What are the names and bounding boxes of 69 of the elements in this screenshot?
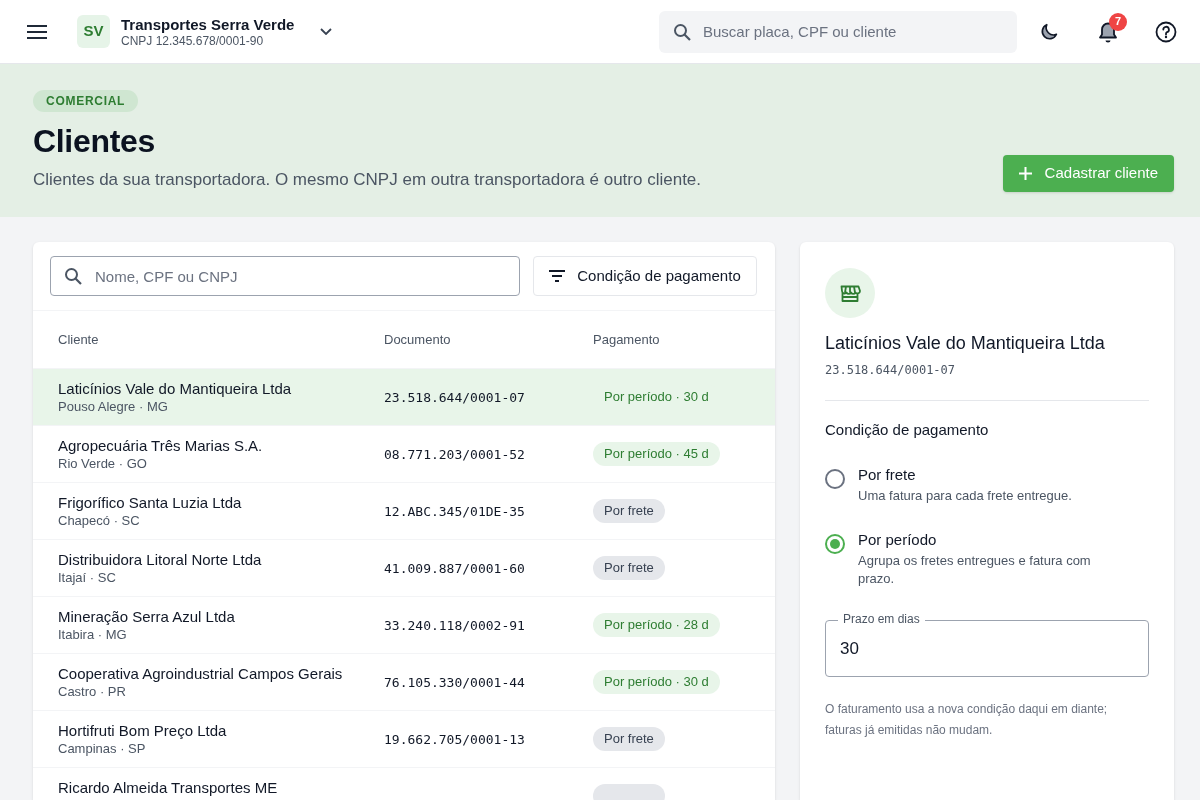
client-location: Castro · PR: [58, 684, 127, 700]
store-icon: [825, 268, 875, 318]
client-name: Hortifruti Bom Preço Ltda: [58, 721, 228, 741]
notifications-button[interactable]: 7: [1088, 11, 1128, 52]
radio-button[interactable]: [825, 534, 845, 554]
column-header: Documento: [384, 330, 451, 349]
section-title: Condição de pagamento: [825, 420, 990, 440]
page-subtitle: Clientes da sua transportadora. O mesmo CNPJ em outra transportadora é outro cliente.: [33, 169, 702, 191]
company-name: Transportes Serra Verde: [121, 14, 295, 34]
help-note: O faturamento usa a nova condição daqui em diante; faturas já emitidas não mudam.: [825, 701, 1109, 739]
table-row[interactable]: Frigorífico Santa Luzia Ltda Chapecó · SC 12.ABC.345/01DE-35 Por frete: [33, 482, 775, 539]
table-row[interactable]: Distribuidora Litoral Norte Ltda Itajaí · SC 41.009.887/0001-60 Por frete: [33, 539, 775, 596]
client-name: Distribuidora Litoral Norte Ltda: [58, 550, 263, 570]
client-name: Agropecuária Três Marias S.A.: [58, 436, 264, 456]
client-location: Pouso Alegre · MG: [58, 399, 169, 415]
document-text: 41.009.887/0001-60: [384, 561, 525, 576]
table-row[interactable]: Hortifruti Bom Preço Ltda Campinas · SP 19.662.705/0001-13 Por frete: [33, 710, 775, 767]
client-location: Itajaí · SC: [58, 570, 117, 586]
search-icon: [673, 22, 691, 41]
payment-badge: Por frete: [593, 499, 665, 523]
search-icon: [64, 267, 82, 285]
payment-badge: Por período · 28 d: [593, 613, 720, 637]
menu-icon: [27, 24, 47, 39]
filter-icon: [549, 270, 566, 282]
plus-icon: [1018, 167, 1032, 180]
payment-badge: Por frete: [593, 556, 665, 580]
table-row[interactable]: Agropecuária Três Marias S.A. Rio Verde · GO 08.771.203/0001-52 Por período · 45 d: [33, 425, 775, 482]
notification-count: 7: [1109, 12, 1127, 31]
client-location: Itabira · MG: [58, 627, 128, 643]
search-field[interactable]: Buscar placa, CPF ou cliente: [659, 10, 1017, 53]
company-switcher[interactable]: SV Transportes Serra Verde CNPJ 12.345.678/0001-90: [77, 14, 333, 49]
option-description: Agrupa os fretes entregues e fatura com prazo.: [858, 552, 1092, 588]
document-text: 19.662.705/0001-13: [384, 732, 525, 747]
filter-button[interactable]: Condição de pagamento: [533, 256, 757, 296]
client-location: Chapecó · SC: [58, 513, 141, 529]
client-location: Rio Verde · GO: [58, 456, 148, 472]
option-description: Uma fatura para cada frete entregue.: [858, 487, 1072, 505]
payment-badge: Por período · 30 d: [593, 670, 720, 694]
client-search-field[interactable]: Nome, CPF ou CNPJ: [50, 256, 520, 296]
column-header: Cliente: [58, 330, 99, 349]
section-badge: COMERCIAL: [33, 90, 139, 112]
table-row[interactable]: Cooperativa Agroindustrial Campos Gerais Castro · PR 76.105.330/0001-44 Por período · 30 d: [33, 653, 775, 710]
document-text: 76.105.330/0001-44: [384, 675, 525, 690]
payment-badge: Por frete: [593, 727, 665, 751]
option-label: Por período: [858, 530, 938, 550]
page-title: Clientes: [33, 122, 155, 161]
document-text: 12.ABC.345/01DE-35: [384, 504, 525, 519]
client-name: Laticínios Vale do Mantiqueira Ltda: [58, 379, 293, 399]
document-text: 33.240.118/0002-91: [384, 618, 525, 633]
document-text: 08.771.203/0001-52: [384, 447, 525, 462]
client-name: Mineração Serra Azul Ltda: [58, 607, 236, 627]
company-document: CNPJ 12.345.678/0001-90: [121, 33, 265, 49]
client-name: Cooperativa Agroindustrial Campos Gerais: [58, 664, 344, 684]
client-name: Ricardo Almeida Transportes ME: [58, 778, 279, 798]
table-row[interactable]: Laticínios Vale do Mantiqueira Ltda Pouso Alegre · MG 23.518.644/0001-07 Por período · 30 d: [33, 368, 775, 425]
payment-badge: Por período · 45 d: [593, 442, 720, 466]
client-document: 23.518.644/0001-07: [825, 362, 957, 379]
company-avatar: SV: [77, 15, 110, 48]
document-text: 23.518.644/0001-07: [384, 390, 525, 405]
client-location: Campinas · SP: [58, 741, 147, 757]
option-label: Por frete: [858, 465, 917, 485]
table-row[interactable]: Mineração Serra Azul Ltda Itabira · MG 33.240.118/0002-91 Por período · 28 d: [33, 596, 775, 653]
radio-button[interactable]: [825, 469, 845, 489]
client-name: Frigorífico Santa Luzia Ltda: [58, 493, 243, 513]
help-icon: [1155, 20, 1177, 43]
column-header: Pagamento: [593, 330, 660, 349]
chevron-down-icon: [320, 28, 333, 35]
table-row[interactable]: Ricardo Almeida Transportes ME: [33, 767, 775, 800]
client-name-heading: Laticínios Vale do Mantiqueira Ltda: [825, 332, 1106, 355]
